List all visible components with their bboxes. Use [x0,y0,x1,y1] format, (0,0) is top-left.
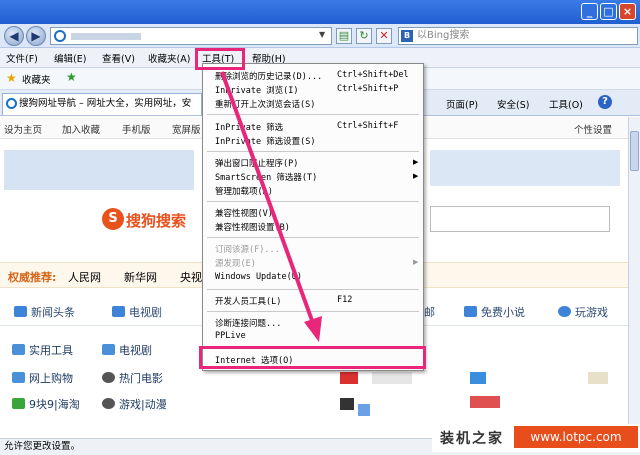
watermark: 装机之家 www.lotpc.com [432,424,640,452]
watermark-url: www.lotpc.com [514,426,638,448]
arrow-shaft [220,71,316,327]
watermark-brand: 装机之家 [440,431,504,447]
annotation-arrow [220,71,322,342]
arrow-head [304,316,322,342]
